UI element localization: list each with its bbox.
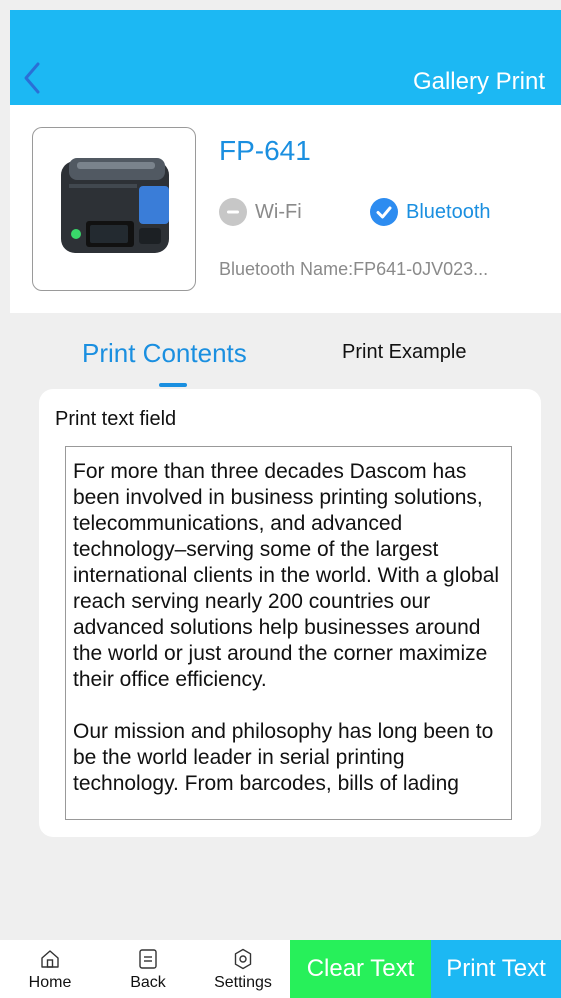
bluetooth-option[interactable]: Bluetooth <box>370 198 491 226</box>
nav-back-label: Back <box>130 974 166 991</box>
bluetooth-label: Bluetooth <box>406 200 491 223</box>
clear-text-button[interactable]: Clear Text <box>290 940 431 998</box>
active-tab-indicator <box>159 383 187 387</box>
printer-image <box>32 127 196 291</box>
minus-circle-icon <box>219 198 247 226</box>
top-app-bar: Gallery Print <box>10 10 561 105</box>
printer-info-card: FP-641 Wi-Fi Bluetooth Bluetooth Name:FP… <box>10 105 561 313</box>
wifi-option[interactable]: Wi-Fi <box>219 198 302 226</box>
print-text-field-label: Print text field <box>55 408 177 430</box>
tab-print-contents[interactable]: Print Contents <box>82 338 247 369</box>
nav-home[interactable]: Home <box>24 940 76 998</box>
content-tabs: Print Contents Print Example <box>10 313 561 393</box>
chevron-left-icon[interactable] <box>20 60 44 96</box>
nav-settings-label: Settings <box>214 974 272 991</box>
tab-print-example[interactable]: Print Example <box>342 341 467 364</box>
nav-settings[interactable]: Settings <box>203 940 283 998</box>
nav-back[interactable]: Back <box>122 940 174 998</box>
checkmark-circle-icon <box>370 198 398 226</box>
bluetooth-name: Bluetooth Name:FP641-0JV023... <box>219 259 489 279</box>
home-icon <box>41 950 59 968</box>
document-icon <box>139 949 157 969</box>
printer-model: FP-641 <box>219 135 311 166</box>
wifi-label: Wi-Fi <box>255 200 302 223</box>
print-content-card: Print text field For more than three dec… <box>39 389 541 837</box>
page-title: Gallery Print <box>412 68 545 95</box>
gear-icon <box>234 948 252 970</box>
nav-home-label: Home <box>28 974 72 991</box>
printer-illustration <box>61 158 169 253</box>
print-text-button[interactable]: Print Text <box>431 940 561 998</box>
print-text-area[interactable]: For more than three decades Dascom has b… <box>65 446 512 820</box>
